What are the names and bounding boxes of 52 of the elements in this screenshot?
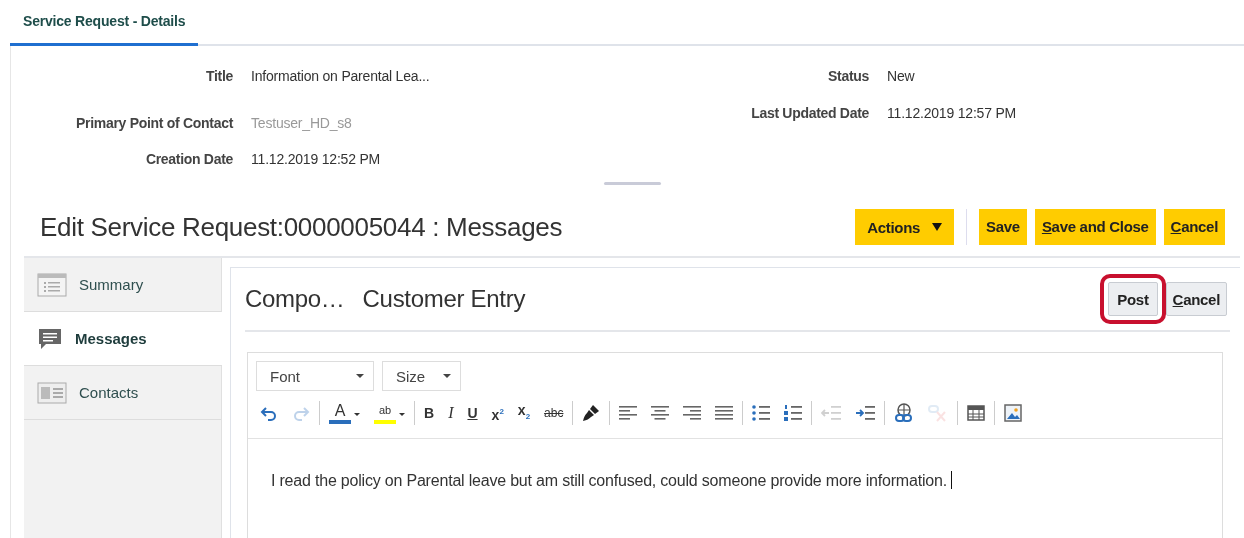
field-label: Title bbox=[204, 68, 233, 86]
text-color-button[interactable]: A bbox=[329, 402, 360, 424]
align-right-icon[interactable] bbox=[683, 406, 702, 420]
undo-icon[interactable] bbox=[260, 405, 278, 421]
contact-card-icon bbox=[37, 381, 67, 404]
table-icon[interactable] bbox=[967, 405, 986, 421]
highlight-color-button[interactable]: ab bbox=[374, 402, 405, 424]
field-value: Information on Parental Lea... bbox=[251, 68, 431, 86]
image-icon[interactable] bbox=[1004, 404, 1023, 422]
actions-menu-button[interactable]: Actions bbox=[855, 209, 955, 245]
field-label: Status bbox=[827, 68, 869, 86]
bullet-list-icon[interactable] bbox=[752, 404, 771, 422]
save-and-close-button[interactable]: Save and Close bbox=[1034, 209, 1156, 245]
align-center-icon[interactable] bbox=[651, 406, 670, 420]
underline-button[interactable]: U bbox=[467, 405, 478, 421]
field-label: Creation Date bbox=[144, 151, 233, 169]
size-select[interactable]: Size bbox=[382, 361, 461, 391]
field-value: Testuser_HD_s8 bbox=[251, 115, 353, 133]
field-label: Last Updated Date bbox=[750, 105, 869, 123]
nav-item[interactable]: Contacts bbox=[24, 366, 221, 420]
strikethrough-button[interactable]: abc bbox=[544, 405, 564, 421]
splitter-handle[interactable] bbox=[604, 182, 661, 185]
italic-button[interactable]: I bbox=[448, 405, 454, 421]
subscript-button[interactable]: x$_{2}$ bbox=[517, 401, 531, 425]
paintbrush-icon[interactable] bbox=[582, 404, 601, 422]
caret-icon bbox=[443, 374, 451, 378]
field-value: New bbox=[887, 68, 916, 86]
field-label: Primary Point of Contact bbox=[75, 115, 233, 133]
superscript-button[interactable]: x$^{2}$ bbox=[491, 403, 504, 423]
align-left-icon[interactable] bbox=[619, 406, 638, 420]
panel-title: Customer Entry bbox=[362, 285, 526, 313]
numbered-list-icon[interactable] bbox=[784, 404, 803, 422]
link-icon[interactable] bbox=[894, 403, 915, 423]
field-value: 11.12.2019 12:52 PM bbox=[251, 151, 382, 169]
indent-icon[interactable] bbox=[855, 405, 876, 421]
font-select[interactable]: Font bbox=[256, 361, 374, 391]
text-cursor bbox=[950, 471, 952, 489]
caret-icon bbox=[356, 374, 364, 378]
field-value: 11.12.2019 12:57 PM bbox=[887, 105, 1017, 123]
bold-button[interactable]: B bbox=[424, 405, 435, 421]
cancel-button[interactable]: Cancel bbox=[1163, 209, 1225, 245]
panel-title-prefix: Compo… bbox=[245, 285, 345, 313]
caret-icon bbox=[932, 223, 943, 231]
message-text: I read the policy on Parental leave but am still confused, could someone provide more information. bbox=[271, 472, 947, 489]
cancel-button[interactable]: Cancel bbox=[1165, 282, 1227, 316]
nav-item[interactable]: Messages bbox=[24, 312, 222, 366]
justify-icon[interactable] bbox=[715, 406, 734, 420]
speech-bubble-icon bbox=[37, 326, 63, 351]
details-tab[interactable]: Service Request - Details bbox=[10, 0, 199, 46]
page-title: Edit Service Request:0000005044 : Messages bbox=[40, 211, 564, 243]
save-button[interactable]: Save bbox=[979, 209, 1027, 245]
list-icon bbox=[37, 272, 67, 297]
